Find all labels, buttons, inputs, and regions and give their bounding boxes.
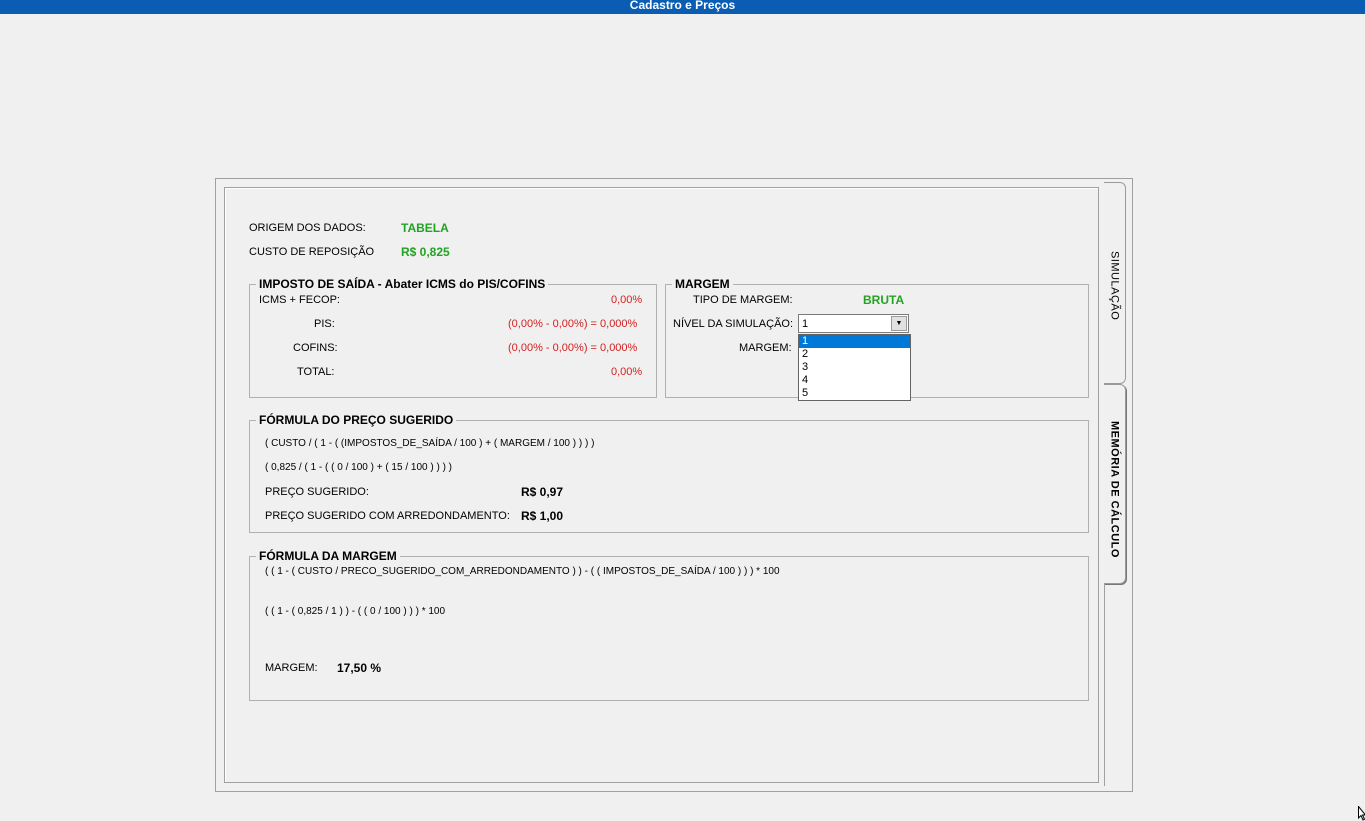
cofins-value: (0,00% - 0,00%) = 0,000% bbox=[508, 342, 638, 354]
dropdown-option[interactable]: 4 bbox=[799, 374, 910, 387]
nivel-simulacao-dropdown: 1 2 3 4 5 bbox=[798, 334, 911, 401]
preco-arredondado-label: PREÇO SUGERIDO COM ARREDONDAMENTO: bbox=[265, 510, 510, 522]
margem-input-label: MARGEM: bbox=[739, 342, 792, 354]
formula-margem-title: FÓRMULA DA MARGEM bbox=[256, 549, 400, 563]
dropdown-option[interactable]: 1 bbox=[799, 335, 910, 348]
pis-label: PIS: bbox=[314, 318, 335, 330]
formula-preco-text: ( CUSTO / ( 1 - ( (IMPOSTOS_DE_SAÍDA / 1… bbox=[265, 438, 595, 449]
tab-memoria-de-calculo[interactable]: MEMÓRIA DE CÁLCULO bbox=[1104, 384, 1126, 584]
origem-label: ORIGEM DOS DADOS: bbox=[249, 222, 366, 234]
formula-margem-values: ( ( 1 - ( 0,825 / 1 ) ) - ( ( 0 / 100 ) … bbox=[265, 606, 446, 617]
custo-value: R$ 0,825 bbox=[401, 245, 450, 259]
dropdown-option[interactable]: 3 bbox=[799, 361, 910, 374]
preco-sugerido-value: R$ 0,97 bbox=[521, 485, 564, 499]
margem-result-label: MARGEM: bbox=[265, 662, 318, 674]
formula-margem-text: ( ( 1 - ( CUSTO / PRECO_SUGERIDO_COM_ARR… bbox=[265, 566, 780, 577]
preco-sugerido-label: PREÇO SUGERIDO: bbox=[265, 486, 369, 498]
dropdown-option[interactable]: 5 bbox=[799, 387, 910, 400]
dropdown-option[interactable]: 2 bbox=[799, 348, 910, 361]
margem-group-title: MARGEM bbox=[672, 277, 733, 291]
nivel-simulacao-select[interactable]: 1 ▼ bbox=[798, 314, 909, 333]
tab-simulacao[interactable]: SIMULAÇÃO bbox=[1104, 182, 1126, 384]
chevron-down-icon[interactable]: ▼ bbox=[891, 316, 907, 331]
tipo-margem-label: TIPO DE MARGEM: bbox=[693, 294, 793, 306]
margem-result-value: 17,50 % bbox=[337, 661, 382, 675]
origem-value: TABELA bbox=[401, 221, 449, 235]
icms-value: 0,00% bbox=[611, 294, 643, 306]
formula-margem-group: FÓRMULA DA MARGEM bbox=[249, 549, 1089, 701]
total-value: 0,00% bbox=[611, 366, 643, 378]
pis-value: (0,00% - 0,00%) = 0,000% bbox=[508, 318, 638, 330]
formula-preco-values: ( 0,825 / ( 1 - ( ( 0 / 100 ) + ( 15 / 1… bbox=[265, 462, 453, 473]
icms-label: ICMS + FECOP: bbox=[259, 294, 340, 306]
window-title: Cadastro e Preços bbox=[629, 0, 736, 12]
total-label: TOTAL: bbox=[297, 366, 335, 378]
mouse-cursor-icon bbox=[1358, 806, 1365, 821]
tab-memoria-label: MEMÓRIA DE CÁLCULO bbox=[1108, 421, 1121, 558]
tipo-margem-value: BRUTA bbox=[863, 293, 905, 307]
nivel-simulacao-label: NÍVEL DA SIMULAÇÃO: bbox=[673, 318, 794, 330]
custo-label: CUSTO DE REPOSIÇÃO bbox=[249, 246, 375, 258]
window-title-bar: Cadastro e Preços bbox=[0, 0, 1365, 14]
imposto-saida-title: IMPOSTO DE SAÍDA - Abater ICMS do PIS/CO… bbox=[256, 277, 549, 291]
formula-preco-title: FÓRMULA DO PREÇO SUGERIDO bbox=[256, 413, 457, 427]
nivel-simulacao-value: 1 bbox=[802, 318, 809, 330]
preco-arredondado-value: R$ 1,00 bbox=[521, 509, 564, 523]
cofins-label: COFINS: bbox=[293, 342, 338, 354]
tab-simulacao-label: SIMULAÇÃO bbox=[1108, 251, 1121, 321]
